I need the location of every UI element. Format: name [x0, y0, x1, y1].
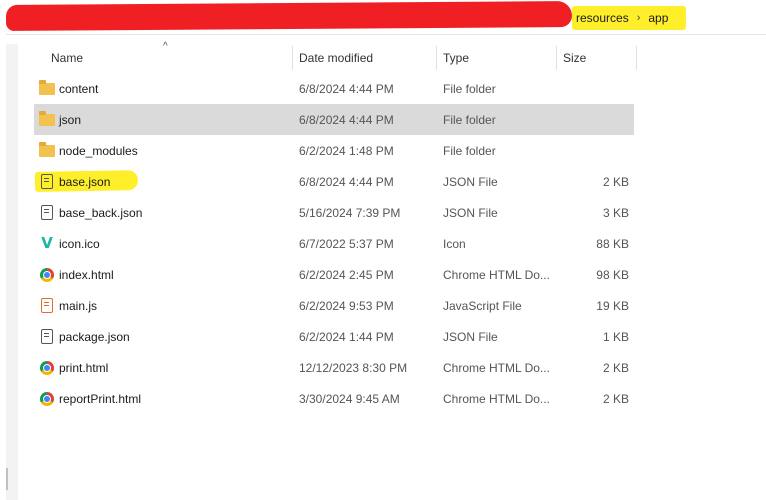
file-size: 2 KB	[602, 174, 629, 189]
column-header-date-label: Date modified	[299, 51, 374, 65]
file-size: 88 KB	[596, 236, 629, 251]
column-resize-handle[interactable]	[436, 46, 437, 70]
column-resize-handle[interactable]	[292, 46, 293, 70]
file-size	[562, 73, 629, 104]
breadcrumb-item-app[interactable]: app	[648, 11, 668, 25]
file-size: 98 KB	[596, 267, 629, 282]
file-type: File folder	[443, 112, 496, 127]
chrome-icon	[40, 267, 54, 282]
file-name: base.json	[59, 174, 111, 189]
ico-file-icon: V	[41, 234, 53, 252]
file-type: JSON File	[443, 329, 498, 344]
file-row-base-back-json[interactable]: base_back.json 5/16/2024 7:39 PM JSON Fi…	[34, 197, 634, 228]
file-size: 2 KB	[602, 360, 629, 375]
file-size	[562, 135, 629, 166]
address-bar[interactable]: resources › app	[0, 0, 766, 34]
file-date: 5/16/2024 7:39 PM	[299, 205, 401, 220]
file-row-package-json[interactable]: package.json 6/2/2024 1:44 PM JSON File …	[34, 321, 634, 352]
json-file-icon	[41, 205, 53, 220]
file-date: 3/30/2024 9:45 AM	[299, 391, 400, 406]
file-date: 6/8/2024 4:44 PM	[299, 112, 394, 127]
chrome-icon	[40, 391, 54, 406]
column-header-name-label: Name	[51, 51, 84, 65]
file-date: 6/8/2024 4:44 PM	[299, 174, 394, 189]
json-file-icon	[41, 329, 53, 344]
file-row-index-html[interactable]: index.html 6/2/2024 2:45 PM Chrome HTML …	[34, 259, 634, 290]
file-name: index.html	[59, 267, 114, 282]
chevron-right-icon[interactable]: ›	[637, 12, 641, 24]
file-name: icon.ico	[59, 236, 100, 251]
file-type: JSON File	[443, 205, 498, 220]
column-header-date-modified[interactable]: Date modified	[299, 44, 373, 72]
file-size: 19 KB	[596, 298, 629, 313]
breadcrumb-item-resources[interactable]: resources	[576, 11, 629, 25]
file-row-print-html[interactable]: print.html 12/12/2023 8:30 PM Chrome HTM…	[34, 352, 634, 383]
scrollbar-thumb[interactable]	[6, 468, 8, 490]
folder-icon	[39, 141, 55, 157]
file-row-node-modules[interactable]: node_modules 6/2/2024 1:48 PM File folde…	[34, 135, 634, 166]
file-row-icon-ico[interactable]: V icon.ico 6/7/2022 5:37 PM Icon 88 KB	[34, 228, 634, 259]
file-type: Chrome HTML Do...	[443, 267, 550, 282]
navigation-pane-edge	[6, 44, 18, 500]
file-type: File folder	[443, 143, 496, 158]
file-date: 6/2/2024 1:48 PM	[299, 143, 394, 158]
divider	[6, 34, 766, 35]
file-row-main-js[interactable]: main.js 6/2/2024 9:53 PM JavaScript File…	[34, 290, 634, 321]
file-row-content[interactable]: content 6/8/2024 4:44 PM File folder	[34, 73, 634, 104]
folder-icon	[39, 110, 55, 126]
column-resize-handle[interactable]	[636, 46, 637, 70]
file-date: 6/2/2024 2:45 PM	[299, 267, 394, 282]
sort-ascending-icon: ^	[163, 41, 168, 52]
file-name: content	[59, 81, 99, 96]
file-name: package.json	[59, 329, 130, 344]
file-type: JSON File	[443, 174, 498, 189]
folder-icon	[39, 79, 55, 95]
file-name: print.html	[59, 360, 109, 375]
file-size: 3 KB	[602, 205, 629, 220]
file-size: 1 KB	[602, 329, 629, 344]
file-date: 6/2/2024 1:44 PM	[299, 329, 394, 344]
file-type: Icon	[443, 236, 466, 251]
file-type: Chrome HTML Do...	[443, 360, 550, 375]
file-type: File folder	[443, 81, 496, 96]
file-row-json[interactable]: json 6/8/2024 4:44 PM File folder	[34, 104, 634, 135]
column-resize-handle[interactable]	[556, 46, 557, 70]
column-header: Name ^ Date modified Type Size	[34, 41, 638, 72]
file-date: 6/7/2022 5:37 PM	[299, 236, 394, 251]
file-name: reportPrint.html	[59, 391, 142, 406]
file-size	[562, 104, 629, 135]
file-date: 12/12/2023 8:30 PM	[299, 360, 408, 375]
json-file-icon	[41, 174, 53, 189]
file-type: JavaScript File	[443, 298, 522, 313]
file-name: node_modules	[59, 143, 138, 158]
js-file-icon	[41, 298, 53, 313]
breadcrumb: resources › app	[572, 6, 686, 30]
file-row-base-json[interactable]: base.json 6/8/2024 4:44 PM JSON File 2 K…	[34, 166, 634, 197]
file-list: content 6/8/2024 4:44 PM File folder jso…	[34, 73, 634, 414]
column-header-size-label: Size	[563, 51, 587, 65]
column-header-type[interactable]: Type	[443, 44, 469, 72]
file-name: json	[59, 112, 82, 127]
file-type: Chrome HTML Do...	[443, 391, 550, 406]
file-row-reportprint-html[interactable]: reportPrint.html 3/30/2024 9:45 AM Chrom…	[34, 383, 634, 414]
file-name: base_back.json	[59, 205, 143, 220]
file-date: 6/2/2024 9:53 PM	[299, 298, 394, 313]
file-name: main.js	[59, 298, 98, 313]
chrome-icon	[40, 360, 54, 375]
redacted-path	[5, 1, 573, 31]
column-header-type-label: Type	[443, 51, 470, 65]
column-header-size[interactable]: Size	[563, 44, 586, 72]
file-date: 6/8/2024 4:44 PM	[299, 81, 394, 96]
file-size: 2 KB	[602, 391, 629, 406]
column-header-name[interactable]: Name	[51, 44, 83, 72]
